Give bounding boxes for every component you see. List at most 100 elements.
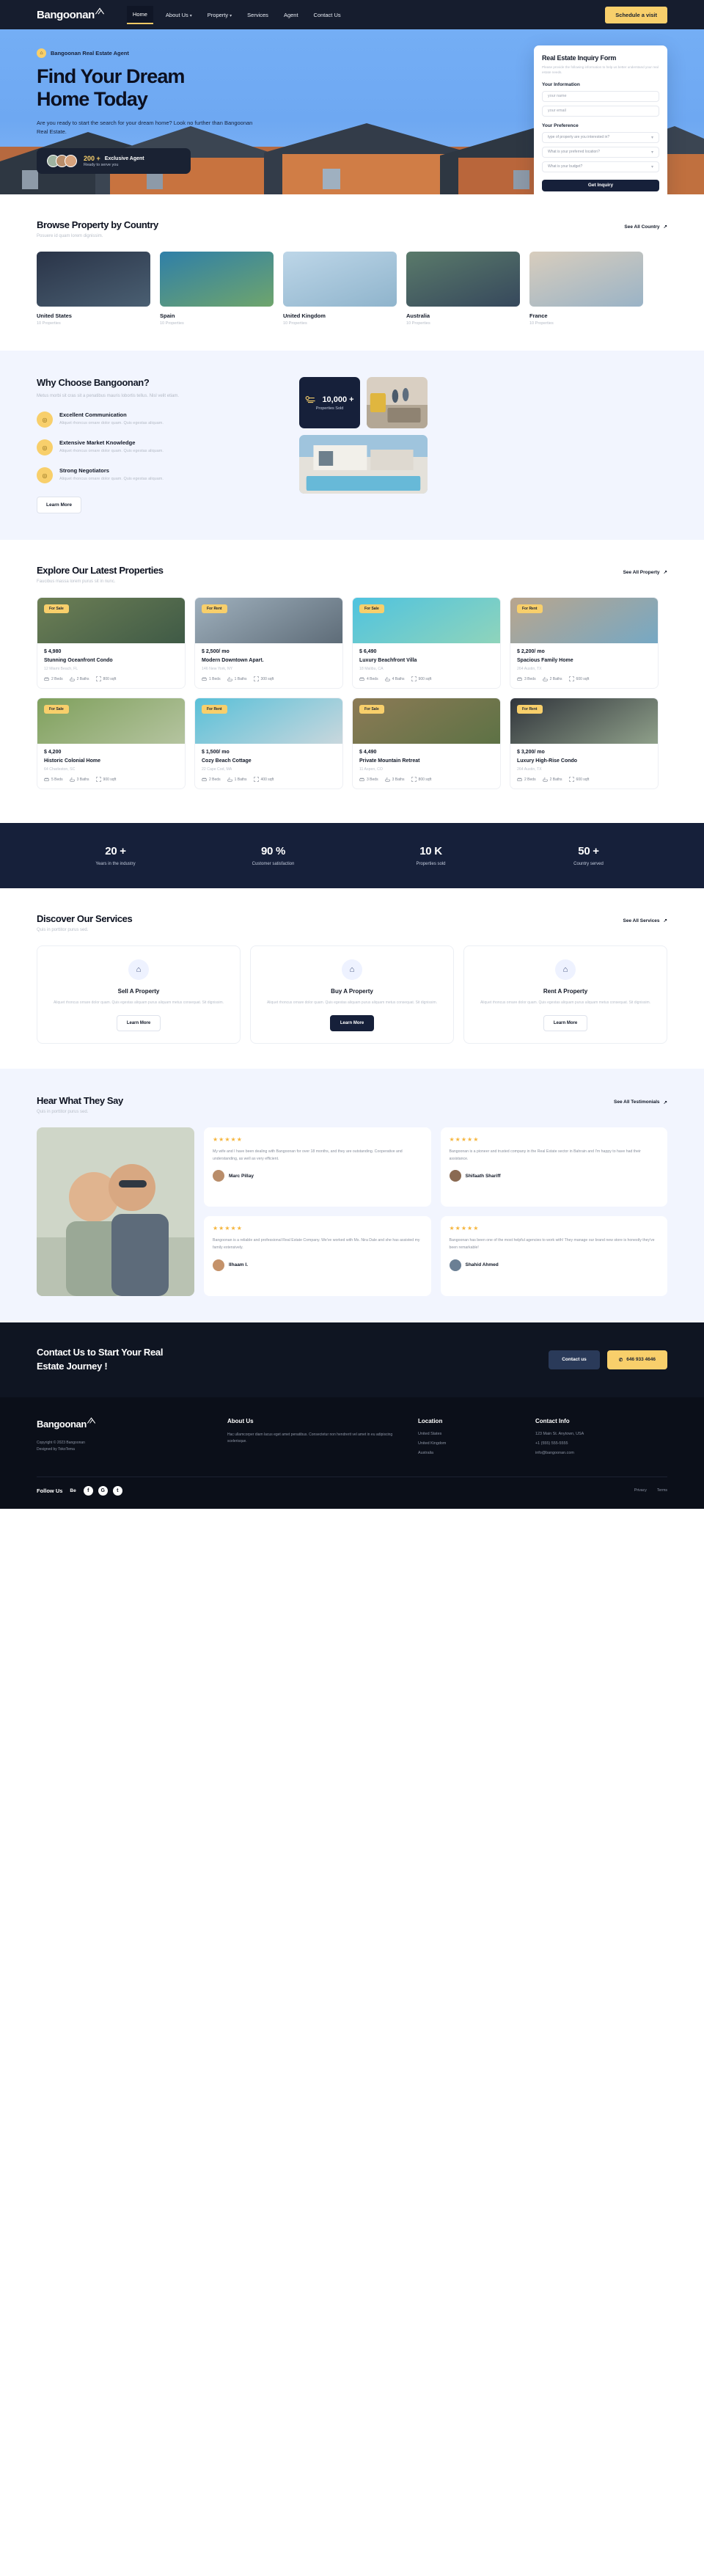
office-meeting-image: [367, 377, 428, 428]
testimonial-text: My wife and I have been dealing with Ban…: [213, 1149, 403, 1161]
country-card[interactable]: Australia 10 Properties: [406, 252, 520, 326]
see-all-testimonials-link[interactable]: See All Testimonials ↗: [614, 1099, 667, 1105]
get-inquiry-button[interactable]: Get Inquiry: [542, 179, 659, 191]
services-list: ⌂ Sell A Property Aliquet rhoncus ornare d…: [37, 945, 667, 1044]
stat-number: 50 +: [578, 845, 599, 858]
logo[interactable]: Bangoonan: [37, 7, 105, 21]
country-name: United Kingdom: [283, 312, 326, 319]
budget-select[interactable]: What is your budget? ▾: [542, 161, 659, 172]
footer-location-list: United States United Kingdom Australia: [418, 1432, 513, 1455]
location-select[interactable]: What is your preferred location? ▾: [542, 146, 659, 158]
property-card[interactable]: For Sale $ 4,490 Private Mountain Retreat 1…: [352, 698, 501, 790]
nav-item-services[interactable]: Services: [244, 8, 271, 22]
property-name: Modern Downtown Apart.: [202, 658, 264, 664]
property-card[interactable]: For Rent $ 1,500/ mo Cozy Beach Cottage 22 …: [194, 698, 343, 790]
footer-location-link[interactable]: Australia: [418, 1451, 513, 1455]
property-beds: 1 Beds: [202, 676, 221, 681]
property-beds: 2 Beds: [517, 777, 536, 782]
property-beds: 3 Beds: [517, 676, 536, 681]
property-baths: 2 Baths: [542, 676, 562, 681]
property-name: Private Mountain Retreat: [359, 758, 420, 764]
check-badge-icon: ◎: [37, 439, 53, 456]
email-field[interactable]: your email: [542, 105, 659, 117]
name-field[interactable]: your name: [542, 90, 659, 102]
behance-icon[interactable]: Be: [70, 1488, 76, 1493]
property-beds: 2 Beds: [202, 777, 221, 782]
country-property-count: 10 Properties: [37, 321, 61, 326]
agent-count: 200 +: [84, 155, 100, 163]
nav-item-property[interactable]: Property ▾: [205, 8, 235, 22]
property-type-select[interactable]: type of property are you interested in? …: [542, 131, 659, 143]
service-learn-more-button[interactable]: Learn More: [329, 1014, 375, 1031]
schedule-visit-button[interactable]: Schedule a visit: [605, 6, 667, 23]
why-title: Why Choose Bangoonan?: [37, 377, 150, 388]
feature-description: Aliquet rhoncus ornare dolor quam. Quis …: [59, 449, 164, 454]
service-card[interactable]: ⌂ Buy A Property Aliquet rhoncus ornare do…: [250, 945, 454, 1044]
property-price: $ 2,200/ mo: [517, 649, 545, 655]
property-image: For Rent: [510, 698, 658, 744]
privacy-link[interactable]: Privacy: [634, 1488, 647, 1493]
phone-button[interactable]: ✆ 646 933 4646: [606, 1350, 667, 1369]
twitter-icon[interactable]: t: [112, 1485, 122, 1496]
property-price: $ 3,200/ mo: [517, 750, 545, 755]
properties-section-title: Explore Our Latest Properties: [37, 565, 164, 577]
testimonial-text: Bangoonan is a pioneer and trusted compa…: [449, 1149, 641, 1161]
country-name: Spain: [160, 312, 175, 319]
stats-list: 20 + Years in the industry 90 % Customer sa…: [37, 845, 667, 866]
property-card[interactable]: For Rent $ 3,200/ mo Luxury High-Rise Cond…: [510, 698, 659, 790]
nav-item-contact-us[interactable]: Contact Us: [311, 8, 344, 22]
service-learn-more-button[interactable]: Learn More: [116, 1014, 161, 1031]
see-all-property-link[interactable]: See All Property ↗: [623, 569, 667, 576]
property-status-badge: For Sale: [44, 604, 69, 614]
chevron-down-icon: ▾: [650, 135, 653, 140]
footer-location-link[interactable]: United States: [418, 1432, 513, 1436]
service-learn-more-button[interactable]: Learn More: [543, 1014, 588, 1031]
chevron-down-icon: ▾: [189, 13, 192, 18]
property-card[interactable]: For Sale $ 4,980 Stunning Oceanfront Condo…: [37, 597, 186, 689]
phone-icon: ✆: [618, 1357, 623, 1363]
see-all-services-link[interactable]: See All Services ↗: [623, 918, 667, 924]
property-card[interactable]: For Sale $ 4,200 Historic Colonial Home 64 …: [37, 698, 186, 790]
footer-about-title: About Us: [227, 1417, 254, 1424]
property-price: $ 4,980: [44, 649, 62, 655]
footer-contact-item: 123 Main St. Anytown, USA: [535, 1431, 584, 1436]
country-card[interactable]: France 10 Properties: [529, 252, 643, 326]
country-name: France: [529, 312, 548, 319]
property-baths: 1 Baths: [227, 777, 247, 782]
why-learn-more-button[interactable]: Learn More: [37, 497, 82, 514]
footer-logo[interactable]: Bangoonan: [37, 1416, 96, 1430]
rating-stars: ★★★★★: [449, 1135, 480, 1143]
properties-sold-stat-card: 10,000 + Properties Sold: [299, 377, 360, 428]
property-address: 146 New York, NY: [202, 667, 233, 672]
property-beds: 2 Beds: [44, 676, 63, 681]
social-links: Be f G t: [70, 1485, 122, 1496]
github-icon[interactable]: G: [98, 1485, 108, 1496]
hero-description: Are you ready to start the search for yo…: [37, 119, 253, 135]
nav-item-home[interactable]: Home: [126, 5, 153, 24]
property-image: For Rent: [195, 598, 342, 644]
avatar: [449, 1259, 461, 1271]
property-address: 11 Aspen, CO: [359, 767, 383, 772]
property-card[interactable]: For Rent $ 2,500/ mo Modern Downtown Apart…: [194, 597, 343, 689]
country-card[interactable]: United States 10 Properties: [37, 252, 150, 326]
property-card[interactable]: For Sale $ 6,490 Luxury Beachfront Villa 18…: [352, 597, 501, 689]
terms-link[interactable]: Terms: [657, 1488, 667, 1493]
roof-icon: [95, 7, 104, 15]
country-card[interactable]: Spain 10 Properties: [160, 252, 274, 326]
service-card[interactable]: ⌂ Sell A Property Aliquet rhoncus ornare d…: [37, 945, 241, 1044]
country-card[interactable]: United Kingdom 10 Properties: [283, 252, 397, 326]
see-all-country-link[interactable]: See All Country ↗: [624, 224, 667, 230]
nav-item-about-us[interactable]: About Us ▾: [163, 8, 195, 22]
testimonial-author: Marc Pillay: [229, 1173, 254, 1179]
property-card[interactable]: For Rent $ 2,200/ mo Spacious Family Home 2…: [510, 597, 659, 689]
nav-item-agent[interactable]: Agent: [281, 8, 301, 22]
footer-location-link[interactable]: United Kingdom: [418, 1441, 513, 1446]
property-status-badge: For Sale: [359, 705, 384, 714]
cta-title: Contact Us to Start Your Real Estate Jou…: [37, 1346, 164, 1372]
contact-us-button[interactable]: Contact us: [549, 1350, 600, 1369]
property-sqft: 800 sqft: [95, 676, 116, 681]
facebook-icon[interactable]: f: [83, 1485, 93, 1496]
service-card[interactable]: ⌂ Rent A Property Aliquet rhoncus ornare d…: [463, 945, 667, 1044]
testimonial-cards: ★★★★★ My wife and I have been dealing wit…: [204, 1127, 667, 1296]
property-address: 64 Charleston, SC: [44, 767, 76, 772]
